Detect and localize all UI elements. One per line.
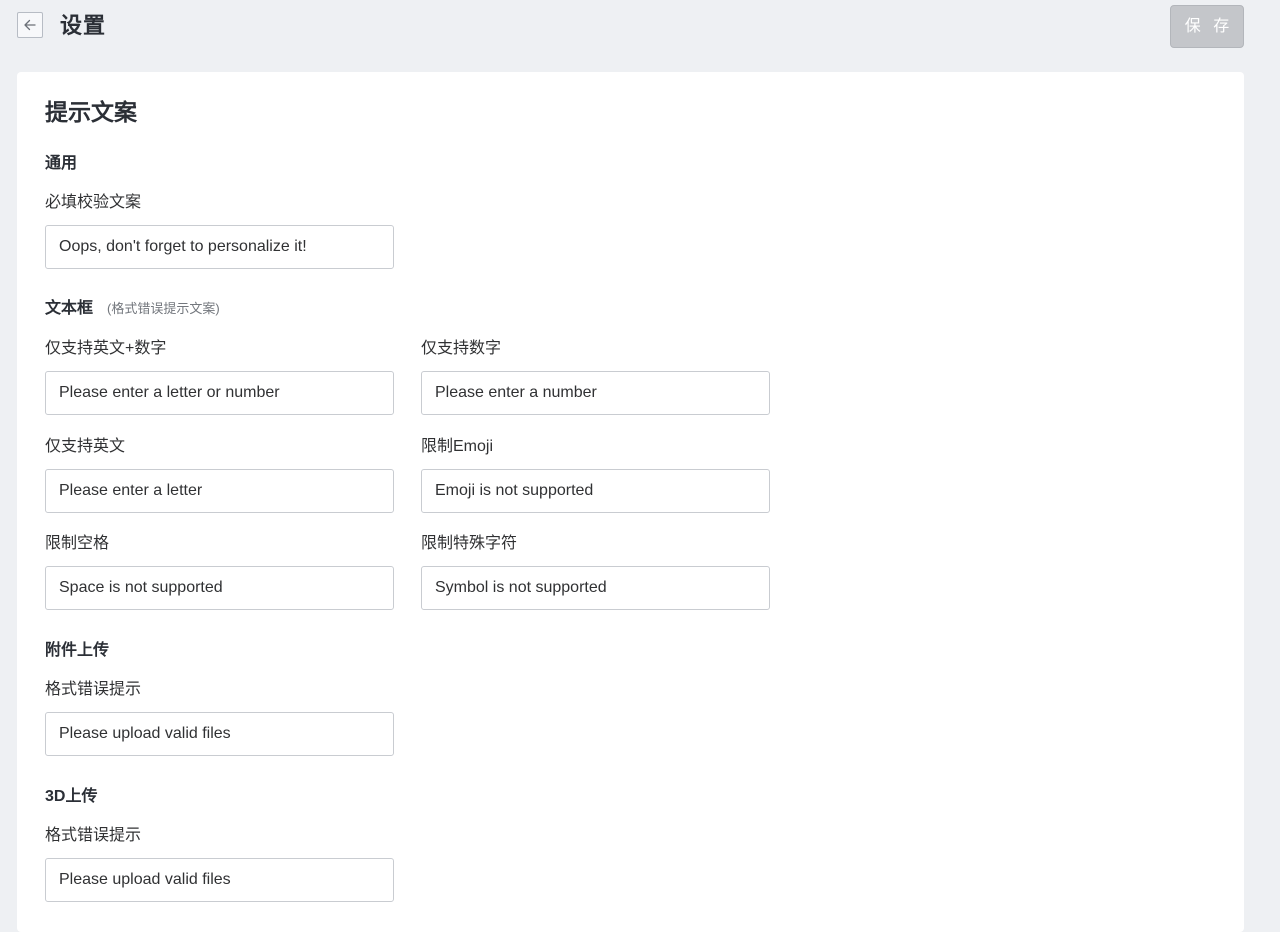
3d-format-label: 格式错误提示 (45, 827, 142, 844)
emoji-restrict-input[interactable] (421, 469, 770, 513)
number-only-input[interactable] (421, 371, 770, 415)
letter-only-input[interactable] (45, 469, 394, 513)
arrow-left-icon (24, 19, 36, 31)
save-button[interactable]: 保 存 (1170, 5, 1244, 48)
space-restrict-input[interactable] (45, 566, 394, 610)
number-only-label: 仅支持数字 (421, 340, 502, 357)
alnum-only-input[interactable] (45, 371, 394, 415)
symbol-restrict-input[interactable] (421, 566, 770, 610)
section-3d-upload-title: 3D上传 (45, 788, 98, 805)
required-message-label: 必填校验文案 (45, 194, 142, 211)
symbol-restrict-label: 限制特殊字符 (421, 535, 518, 552)
section-textbox-title: 文本框 (格式错误提示文案) (45, 298, 220, 320)
section-textbox-note: (格式错误提示文案) (107, 301, 220, 316)
emoji-restrict-label: 限制Emoji (421, 438, 494, 455)
back-button[interactable] (17, 12, 43, 38)
section-textbox-label: 文本框 (45, 300, 94, 317)
section-general-title: 通用 (45, 155, 78, 172)
card-title: 提示文案 (45, 99, 137, 125)
attachment-format-input[interactable] (45, 712, 394, 756)
settings-card: 提示文案 通用 必填校验文案 文本框 (格式错误提示文案) 仅支持英文+数字 仅支… (17, 72, 1244, 932)
top-bar: 设置 保 存 (0, 0, 1280, 56)
space-restrict-label: 限制空格 (45, 535, 110, 552)
required-message-input[interactable] (45, 225, 394, 269)
attachment-format-label: 格式错误提示 (45, 681, 142, 698)
3d-format-input[interactable] (45, 858, 394, 902)
alnum-only-label: 仅支持英文+数字 (45, 340, 167, 357)
page-title: 设置 (60, 13, 107, 38)
section-attachment-title: 附件上传 (45, 642, 110, 659)
letter-only-label: 仅支持英文 (45, 438, 126, 455)
